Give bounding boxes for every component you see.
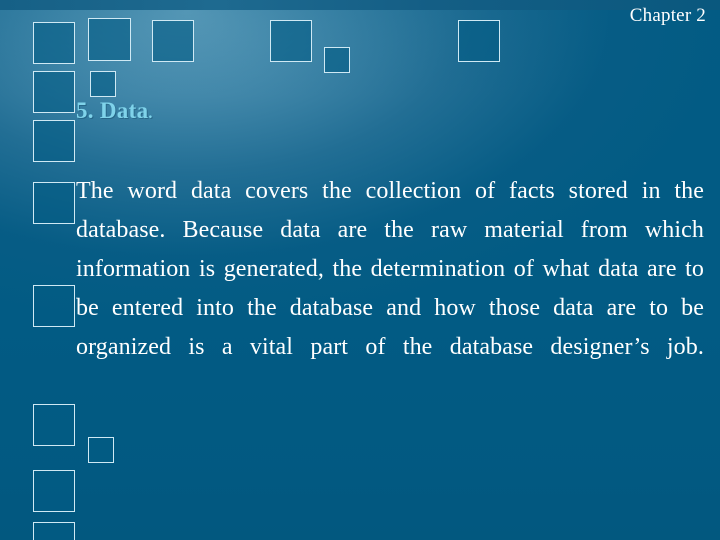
deco-square-12: [33, 404, 75, 446]
slide-title-period: .: [148, 105, 153, 122]
deco-square-14: [33, 470, 75, 512]
deco-square-9: [33, 120, 75, 162]
deco-square-11: [33, 285, 75, 327]
deco-square-2: [88, 18, 131, 61]
deco-square-6: [458, 20, 500, 62]
deco-square-5: [324, 47, 350, 73]
deco-square-3: [152, 20, 194, 62]
deco-square-1: [33, 22, 75, 64]
chapter-label: Chapter 2: [629, 5, 706, 26]
slide-background-top-strip: [0, 0, 720, 10]
presentation-slide: Chapter 2 5. Data. The word data covers …: [0, 0, 720, 540]
deco-square-8: [90, 71, 116, 97]
slide-body-paragraph: The word data covers the collection of f…: [76, 178, 704, 360]
slide-title-text: 5. Data: [76, 98, 149, 123]
deco-square-10: [33, 182, 75, 224]
deco-square-4: [270, 20, 312, 62]
slide-title: 5. Data.: [76, 97, 153, 128]
deco-square-13: [88, 437, 114, 463]
deco-square-15: [33, 522, 75, 540]
deco-square-7: [33, 71, 75, 113]
